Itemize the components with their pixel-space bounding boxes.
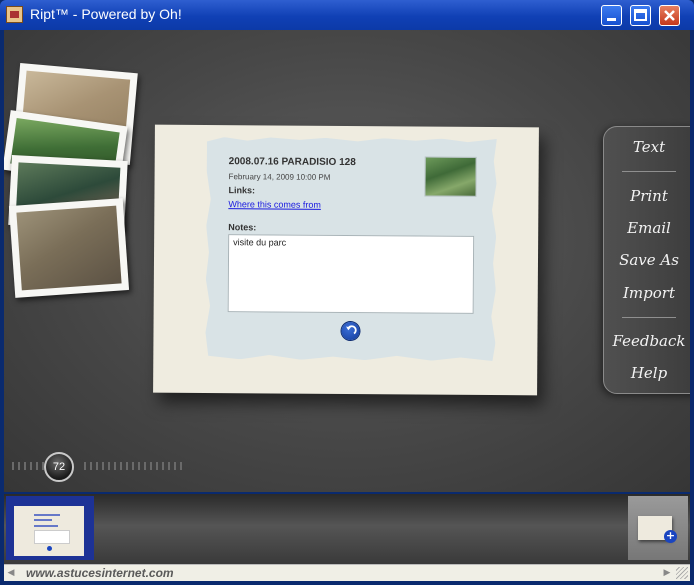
- scroll-left-icon[interactable]: ◀: [4, 565, 18, 581]
- note-title: 2008.07.16 PARADISIO 128: [228, 156, 356, 169]
- side-menu: Text Print Email Save As Import Feedback…: [603, 126, 690, 394]
- menu-print[interactable]: Print: [604, 187, 690, 205]
- menu-divider: [622, 171, 676, 172]
- add-card-button[interactable]: +: [628, 496, 688, 560]
- watermark-text: www.astucesinternet.com: [26, 566, 174, 580]
- minimize-icon: [607, 18, 616, 21]
- note-date: February 14, 2009 10:00 PM: [228, 172, 331, 182]
- title-bar[interactable]: Ript™ - Powered by Oh!: [0, 0, 694, 30]
- notes-label: Notes:: [228, 222, 257, 233]
- links-label: Links:: [228, 185, 256, 196]
- scroll-right-icon[interactable]: ▶: [660, 565, 674, 581]
- postcard: 2008.07.16 PARADISIO 128 February 14, 20…: [153, 124, 539, 396]
- maximize-icon: [634, 9, 647, 21]
- filmstrip-card-thumbnail: [14, 506, 84, 556]
- tortoise-image: [16, 205, 122, 291]
- flip-back-icon: [341, 322, 359, 340]
- flip-back-button[interactable]: [341, 322, 359, 340]
- photo-tortoise[interactable]: [8, 198, 130, 298]
- menu-feedback[interactable]: Feedback: [604, 332, 690, 350]
- minimize-button[interactable]: [601, 5, 622, 26]
- close-button[interactable]: [659, 5, 680, 26]
- menu-import[interactable]: Import: [604, 284, 690, 302]
- horizontal-scrollbar[interactable]: ◀ www.astucesinternet.com ▶: [4, 564, 690, 581]
- filmstrip-selected-card[interactable]: [6, 496, 94, 560]
- note-panel: 2008.07.16 PARADISIO 128 February 14, 20…: [205, 137, 497, 361]
- menu-help[interactable]: Help: [604, 364, 690, 382]
- add-card-icon: +: [664, 529, 677, 543]
- menu-divider: [622, 317, 676, 318]
- app-window: Ript™ - Powered by Oh! 2008.07.16 PARADI…: [0, 0, 694, 585]
- card-slider-track[interactable]: [8, 462, 188, 472]
- resize-grip-icon[interactable]: [676, 567, 688, 579]
- source-link[interactable]: Where this comes from: [228, 199, 321, 210]
- card-stage: 2008.07.16 PARADISIO 128 February 14, 20…: [4, 30, 690, 492]
- card-counter-knob[interactable]: 72: [44, 452, 74, 482]
- app-icon: [6, 6, 23, 23]
- filmstrip: +: [4, 494, 690, 564]
- menu-email[interactable]: Email: [604, 219, 690, 237]
- card-thumbnail[interactable]: [424, 157, 476, 197]
- close-icon: [664, 10, 675, 21]
- window-title: Ript™ - Powered by Oh!: [30, 6, 182, 22]
- notes-textarea[interactable]: visite du parc: [228, 234, 475, 314]
- menu-text[interactable]: Text: [604, 138, 690, 156]
- menu-save-as[interactable]: Save As: [604, 251, 690, 269]
- maximize-button[interactable]: [630, 5, 651, 26]
